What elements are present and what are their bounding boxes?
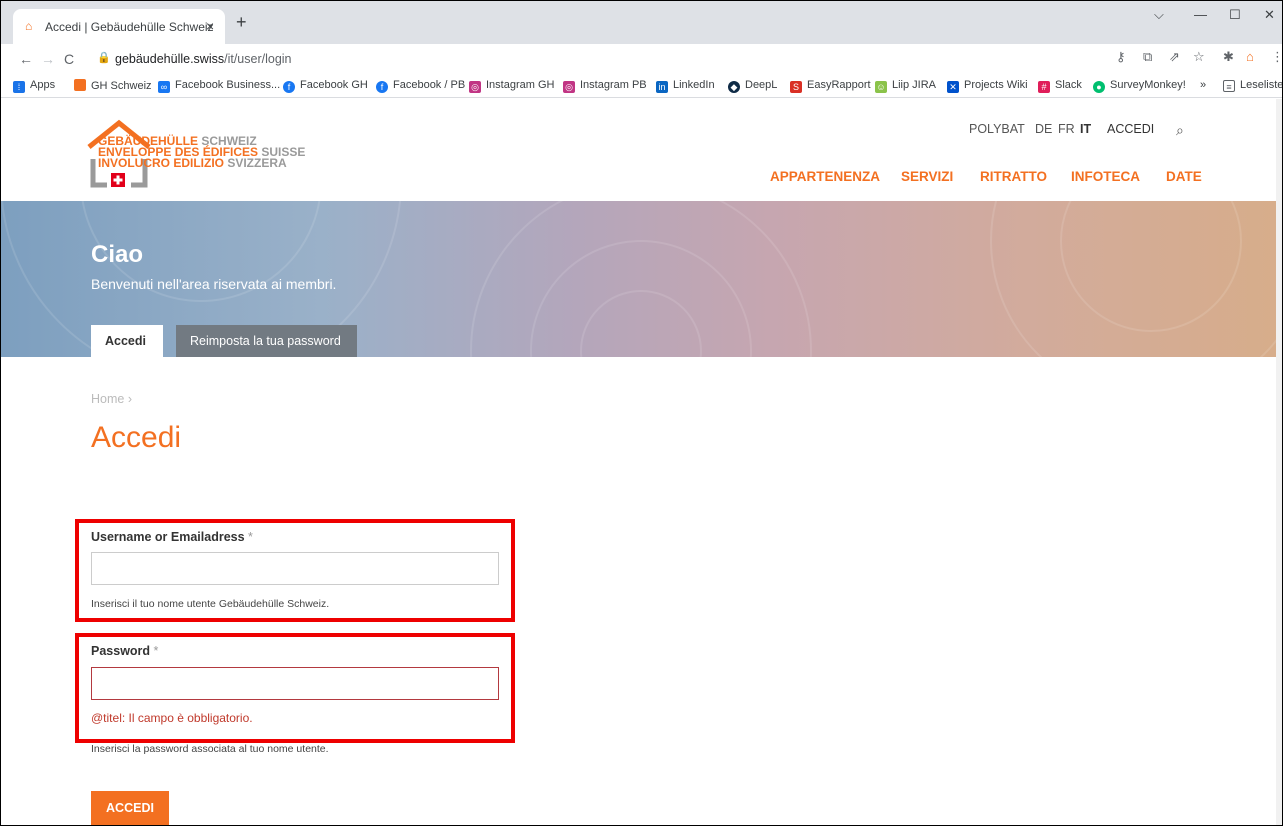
browser-window: ⌂ Accedi | Gebäudehülle Schweiz × + ⌵ — …	[0, 0, 1283, 826]
bookmark-gh-schweiz[interactable]: GH Schweiz	[74, 79, 152, 92]
password-key-icon[interactable]: ⚷	[1116, 49, 1126, 65]
username-input[interactable]	[91, 552, 499, 585]
bookmark-surveymonkey[interactable]: ● SurveyMonkey!	[1093, 79, 1186, 93]
password-input[interactable]	[91, 667, 499, 700]
minimize-icon[interactable]: —	[1194, 7, 1207, 22]
required-marker: *	[248, 530, 253, 544]
bookmark-apps[interactable]: ⁞ Apps	[13, 79, 55, 93]
url-text: gebäudehülle.swiss/it/user/login	[115, 52, 292, 66]
nav-servizi[interactable]: SERVIZI	[901, 169, 953, 184]
jira-icon: ☺	[875, 81, 887, 93]
share-icon[interactable]: ⇗	[1169, 49, 1180, 65]
site-favicon-icon: ⌂	[25, 19, 33, 33]
nav-appartenenza[interactable]: APPARTENENZA	[770, 169, 880, 184]
username-hint: Inserisci il tuo nome utente Gebäudehüll…	[91, 598, 330, 610]
deepl-icon: ◆	[728, 81, 740, 93]
meta-icon: ∞	[158, 81, 170, 93]
bookmark-liip-jira[interactable]: ☺ Liip JIRA	[875, 79, 936, 93]
bookmarks-bar: ⁞ Apps GH Schweiz ∞ Facebook Business... f…	[1, 74, 1282, 98]
surveymonkey-icon: ●	[1093, 81, 1105, 93]
lock-icon: 🔒	[97, 52, 111, 64]
page-title: Accedi	[91, 421, 182, 454]
tab-close-icon[interactable]: ×	[206, 18, 214, 34]
translate-icon[interactable]: ⧉	[1143, 49, 1152, 65]
breadcrumb[interactable]: Home ›	[91, 392, 132, 406]
address-bar[interactable]: 🔒 gebäudehülle.swiss/it/user/login	[91, 48, 1096, 71]
password-hint: Inserisci la password associata al tuo n…	[91, 743, 329, 755]
bookmark-easyrapport[interactable]: S EasyRapport	[790, 79, 871, 93]
site-header: GEBÄUDEHÜLLE SCHWEIZ ENVELOPPE DES ÉDIFI…	[1, 99, 1282, 201]
more-bookmarks-icon[interactable]: »	[1200, 79, 1206, 91]
nav-date[interactable]: DATE	[1166, 169, 1202, 184]
bookmark-facebook-pb[interactable]: f Facebook / PB	[376, 79, 465, 93]
back-icon[interactable]: ←	[19, 51, 33, 67]
new-tab-icon[interactable]: +	[236, 12, 247, 33]
bookmark-instagram-gh[interactable]: ◎ Instagram GH	[469, 79, 554, 93]
tab-title: Accedi | Gebäudehülle Schweiz	[45, 20, 214, 34]
hero-subtitle: Benvenuti nell'area riservata ai membri.	[91, 276, 337, 292]
instagram-icon: ◎	[563, 81, 575, 93]
required-marker: *	[153, 644, 159, 658]
facebook-icon: f	[376, 81, 388, 93]
reading-list-icon: ≡	[1223, 80, 1235, 92]
bookmark-deepl[interactable]: ◆ DeepL	[728, 79, 777, 93]
apps-grid-icon: ⁞	[13, 81, 25, 93]
slack-icon: #	[1038, 81, 1050, 93]
browser-toolbar: ← → C 🔒 gebäudehülle.swiss/it/user/login	[1, 44, 1282, 74]
facebook-icon: f	[283, 81, 295, 93]
bookmark-linkedin[interactable]: in LinkedIn	[656, 79, 715, 93]
reload-icon[interactable]: C	[64, 51, 74, 67]
linkedin-icon: in	[656, 81, 668, 93]
easyrapport-icon: S	[790, 81, 802, 93]
hero-title: Ciao	[91, 241, 144, 268]
tab-strip: ⌂ Accedi | Gebäudehülle Schweiz × + ⌵ — …	[1, 1, 1282, 44]
logo-wordmark: GEBÄUDEHÜLLE SCHWEIZ ENVELOPPE DES ÉDIFI…	[98, 134, 306, 170]
browser-menu-icon[interactable]: ⋮	[1271, 49, 1282, 65]
forward-icon[interactable]: →	[41, 51, 55, 67]
house-icon	[74, 79, 86, 91]
tab-search-chevron-icon[interactable]: ⌵	[1154, 7, 1164, 23]
window-close-icon[interactable]: ✕	[1264, 7, 1275, 23]
password-label: Password *	[91, 644, 159, 658]
search-icon[interactable]: ⌕	[1176, 122, 1184, 139]
maximize-icon[interactable]: ☐	[1229, 7, 1241, 23]
login-link[interactable]: ACCEDI	[1107, 122, 1154, 136]
nav-infoteca[interactable]: INFOTECA	[1071, 169, 1140, 184]
tab-reset-password[interactable]: Reimposta la tua password	[176, 325, 357, 357]
bookmark-slack[interactable]: # Slack	[1038, 79, 1082, 93]
bookmark-projects-wiki[interactable]: ✕ Projects Wiki	[947, 79, 1028, 93]
extensions-puzzle-icon[interactable]: ✱	[1223, 49, 1234, 65]
username-label: Username or Emailadress *	[91, 530, 253, 544]
hero-banner: Ciao Benvenuti nell'area riservata ai me…	[1, 201, 1282, 357]
extension-home-icon[interactable]: ⌂	[1246, 49, 1254, 64]
tab-login[interactable]: Accedi	[91, 325, 163, 357]
lang-it-link[interactable]: IT	[1080, 122, 1091, 136]
bookmark-facebook-business[interactable]: ∞ Facebook Business...	[158, 79, 280, 93]
bookmark-instagram-pb[interactable]: ◎ Instagram PB	[563, 79, 647, 93]
nav-ritratto[interactable]: RITRATTO	[980, 169, 1047, 184]
page-scrollbar[interactable]	[1276, 99, 1282, 825]
url-host: gebäudehülle.swiss	[115, 52, 225, 66]
browser-tab[interactable]: ⌂ Accedi | Gebäudehülle Schweiz ×	[13, 9, 225, 44]
lang-de-link[interactable]: DE	[1035, 122, 1052, 136]
password-error: @titel: Il campo è obbligatorio.	[91, 711, 253, 725]
login-submit-button[interactable]: ACCEDI	[91, 791, 169, 825]
instagram-icon: ◎	[469, 81, 481, 93]
bookmark-star-icon[interactable]: ☆	[1193, 49, 1205, 65]
polybat-link[interactable]: POLYBAT	[969, 122, 1025, 136]
lang-fr-link[interactable]: FR	[1058, 122, 1075, 136]
bookmark-leseliste[interactable]: ≡ Leseliste	[1223, 79, 1282, 92]
confluence-icon: ✕	[947, 81, 959, 93]
url-path: /it/user/login	[224, 52, 292, 66]
bookmark-facebook-gh[interactable]: f Facebook GH	[283, 79, 368, 93]
